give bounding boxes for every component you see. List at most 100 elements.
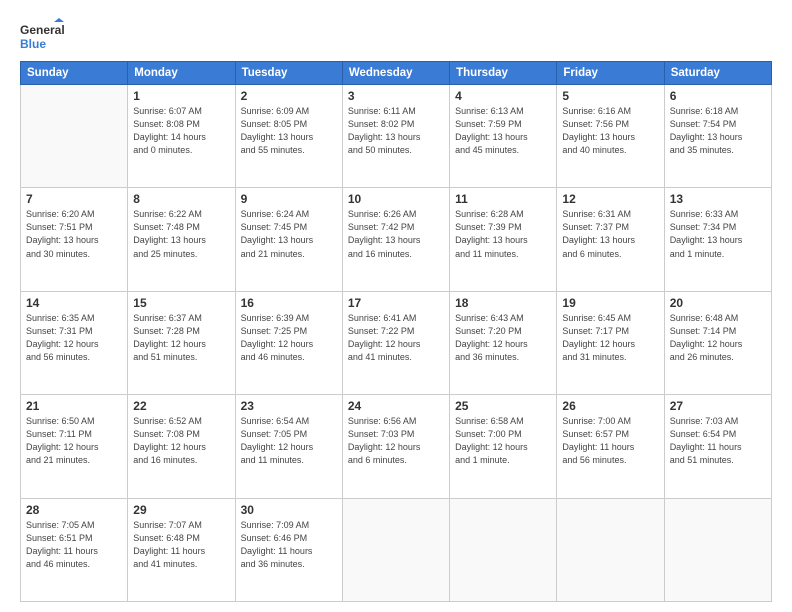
day-info: Sunrise: 6:58 AM Sunset: 7:00 PM Dayligh… [455,415,551,467]
calendar-cell [664,498,771,601]
calendar-cell: 29 Sunrise: 7:07 AM Sunset: 6:48 PM Dayli… [128,498,235,601]
svg-text:General: General [20,23,65,37]
day-number: 27 [670,399,766,413]
day-number: 8 [133,192,229,206]
calendar-cell [21,85,128,188]
day-number: 15 [133,296,229,310]
calendar-week-row: 21 Sunrise: 6:50 AM Sunset: 7:11 PM Dayli… [21,395,772,498]
day-info: Sunrise: 6:33 AM Sunset: 7:34 PM Dayligh… [670,208,766,260]
day-number: 22 [133,399,229,413]
calendar-cell: 25Sunrise: 6:58 AM Sunset: 7:00 PM Dayli… [450,395,557,498]
weekday-header: Monday [128,62,235,85]
calendar-cell: 16 Sunrise: 6:39 AM Sunset: 7:25 PM Dayli… [235,291,342,394]
day-number: 12 [562,192,658,206]
day-number: 4 [455,89,551,103]
calendar-cell: 4 Sunrise: 6:13 AM Sunset: 7:59 PM Daylig… [450,85,557,188]
calendar-cell [557,498,664,601]
day-number: 26 [562,399,658,413]
calendar-cell: 30 Sunrise: 7:09 AM Sunset: 6:46 PM Dayli… [235,498,342,601]
day-number: 18 [455,296,551,310]
calendar-cell: 8 Sunrise: 6:22 AM Sunset: 7:48 PM Daylig… [128,188,235,291]
day-info: Sunrise: 6:39 AM Sunset: 7:25 PM Dayligh… [241,312,337,364]
day-info: Sunrise: 6:07 AM Sunset: 8:08 PM Dayligh… [133,105,229,157]
weekday-header: Sunday [21,62,128,85]
calendar-week-row: 1 Sunrise: 6:07 AM Sunset: 8:08 PM Daylig… [21,85,772,188]
calendar-week-row: 7 Sunrise: 6:20 AM Sunset: 7:51 PM Daylig… [21,188,772,291]
calendar-cell [342,498,449,601]
day-info: Sunrise: 6:48 AM Sunset: 7:14 PM Dayligh… [670,312,766,364]
calendar-cell: 14 Sunrise: 6:35 AM Sunset: 7:31 PM Dayli… [21,291,128,394]
day-info: Sunrise: 6:54 AM Sunset: 7:05 PM Dayligh… [241,415,337,467]
logo-svg: GeneralBlue [20,18,70,53]
day-number: 14 [26,296,122,310]
day-info: Sunrise: 6:41 AM Sunset: 7:22 PM Dayligh… [348,312,444,364]
calendar-cell: 17Sunrise: 6:41 AM Sunset: 7:22 PM Dayli… [342,291,449,394]
day-info: Sunrise: 6:31 AM Sunset: 7:37 PM Dayligh… [562,208,658,260]
day-number: 29 [133,503,229,517]
calendar-cell: 26 Sunrise: 7:00 AM Sunset: 6:57 PM Dayli… [557,395,664,498]
calendar-cell: 1 Sunrise: 6:07 AM Sunset: 8:08 PM Daylig… [128,85,235,188]
header: GeneralBlue [20,18,772,53]
day-info: Sunrise: 6:22 AM Sunset: 7:48 PM Dayligh… [133,208,229,260]
day-info: Sunrise: 7:05 AM Sunset: 6:51 PM Dayligh… [26,519,122,571]
calendar-cell [450,498,557,601]
day-number: 13 [670,192,766,206]
day-info: Sunrise: 7:00 AM Sunset: 6:57 PM Dayligh… [562,415,658,467]
weekday-header: Saturday [664,62,771,85]
calendar-cell: 5 Sunrise: 6:16 AM Sunset: 7:56 PM Daylig… [557,85,664,188]
calendar-cell: 21 Sunrise: 6:50 AM Sunset: 7:11 PM Dayli… [21,395,128,498]
day-info: Sunrise: 7:07 AM Sunset: 6:48 PM Dayligh… [133,519,229,571]
day-number: 28 [26,503,122,517]
day-number: 1 [133,89,229,103]
day-info: Sunrise: 6:50 AM Sunset: 7:11 PM Dayligh… [26,415,122,467]
calendar-cell: 23 Sunrise: 6:54 AM Sunset: 7:05 PM Dayli… [235,395,342,498]
day-info: Sunrise: 6:26 AM Sunset: 7:42 PM Dayligh… [348,208,444,260]
day-number: 7 [26,192,122,206]
day-info: Sunrise: 6:28 AM Sunset: 7:39 PM Dayligh… [455,208,551,260]
weekday-header: Thursday [450,62,557,85]
day-info: Sunrise: 6:13 AM Sunset: 7:59 PM Dayligh… [455,105,551,157]
calendar-table: SundayMondayTuesdayWednesdayThursdayFrid… [20,61,772,602]
day-info: Sunrise: 6:20 AM Sunset: 7:51 PM Dayligh… [26,208,122,260]
calendar-week-row: 14 Sunrise: 6:35 AM Sunset: 7:31 PM Dayli… [21,291,772,394]
day-number: 5 [562,89,658,103]
day-info: Sunrise: 6:18 AM Sunset: 7:54 PM Dayligh… [670,105,766,157]
calendar-cell: 11 Sunrise: 6:28 AM Sunset: 7:39 PM Dayli… [450,188,557,291]
day-info: Sunrise: 6:35 AM Sunset: 7:31 PM Dayligh… [26,312,122,364]
day-info: Sunrise: 6:45 AM Sunset: 7:17 PM Dayligh… [562,312,658,364]
day-info: Sunrise: 6:37 AM Sunset: 7:28 PM Dayligh… [133,312,229,364]
calendar-cell: 28 Sunrise: 7:05 AM Sunset: 6:51 PM Dayli… [21,498,128,601]
calendar-cell: 27 Sunrise: 7:03 AM Sunset: 6:54 PM Dayli… [664,395,771,498]
day-info: Sunrise: 7:09 AM Sunset: 6:46 PM Dayligh… [241,519,337,571]
weekday-header: Wednesday [342,62,449,85]
day-number: 21 [26,399,122,413]
day-number: 2 [241,89,337,103]
day-number: 9 [241,192,337,206]
calendar-cell: 18 Sunrise: 6:43 AM Sunset: 7:20 PM Dayli… [450,291,557,394]
day-number: 11 [455,192,551,206]
day-number: 16 [241,296,337,310]
calendar-body: 1 Sunrise: 6:07 AM Sunset: 8:08 PM Daylig… [21,85,772,602]
day-number: 20 [670,296,766,310]
calendar-header: SundayMondayTuesdayWednesdayThursdayFrid… [21,62,772,85]
day-number: 6 [670,89,766,103]
day-number: 30 [241,503,337,517]
day-number: 23 [241,399,337,413]
calendar-cell: 24 Sunrise: 6:56 AM Sunset: 7:03 PM Dayli… [342,395,449,498]
calendar-cell: 22 Sunrise: 6:52 AM Sunset: 7:08 PM Dayli… [128,395,235,498]
day-number: 24 [348,399,444,413]
calendar-cell: 12 Sunrise: 6:31 AM Sunset: 7:37 PM Dayli… [557,188,664,291]
calendar-week-row: 28 Sunrise: 7:05 AM Sunset: 6:51 PM Dayli… [21,498,772,601]
calendar-cell: 10 Sunrise: 6:26 AM Sunset: 7:42 PM Dayli… [342,188,449,291]
day-info: Sunrise: 7:03 AM Sunset: 6:54 PM Dayligh… [670,415,766,467]
calendar-cell: 9Sunrise: 6:24 AM Sunset: 7:45 PM Daylig… [235,188,342,291]
day-info: Sunrise: 6:09 AM Sunset: 8:05 PM Dayligh… [241,105,337,157]
calendar-cell: 2 Sunrise: 6:09 AM Sunset: 8:05 PM Daylig… [235,85,342,188]
day-info: Sunrise: 6:52 AM Sunset: 7:08 PM Dayligh… [133,415,229,467]
weekday-header: Tuesday [235,62,342,85]
day-info: Sunrise: 6:43 AM Sunset: 7:20 PM Dayligh… [455,312,551,364]
day-number: 10 [348,192,444,206]
day-info: Sunrise: 6:56 AM Sunset: 7:03 PM Dayligh… [348,415,444,467]
day-info: Sunrise: 6:16 AM Sunset: 7:56 PM Dayligh… [562,105,658,157]
calendar-cell: 15 Sunrise: 6:37 AM Sunset: 7:28 PM Dayli… [128,291,235,394]
